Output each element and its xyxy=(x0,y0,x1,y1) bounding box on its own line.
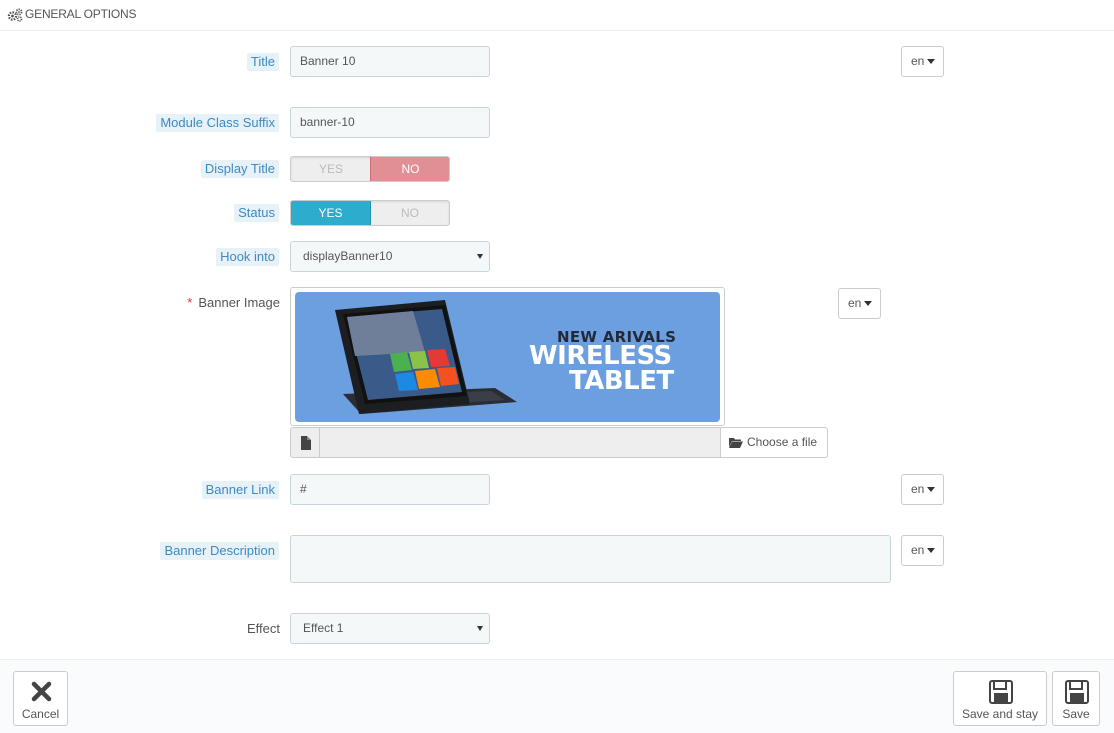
effect-value: Effect 1 xyxy=(303,621,344,635)
choose-file-label: Choose a file xyxy=(747,435,818,449)
banner-link-lang-dropdown[interactable]: en xyxy=(901,474,944,505)
class-suffix-input[interactable]: banner-10 xyxy=(290,107,490,138)
save-label: Save xyxy=(1062,707,1090,721)
save-icon xyxy=(1065,680,1089,704)
status-label: Status xyxy=(234,204,279,222)
folder-open-icon xyxy=(729,438,743,449)
banner-text-line3: TABLET xyxy=(569,366,674,396)
save-and-stay-label: Save and stay xyxy=(961,707,1039,721)
banner-image-preview: NEW ARIVALS WIRELESS TABLET xyxy=(290,287,725,426)
banner-link-label: Banner Link xyxy=(201,481,279,499)
file-icon xyxy=(301,436,311,450)
save-icon xyxy=(989,680,1013,704)
select-arrow-icon xyxy=(477,626,483,631)
effect-label: Effect xyxy=(246,621,280,636)
banner-description-textarea[interactable] xyxy=(290,535,891,583)
banner-link-input[interactable]: # xyxy=(290,474,490,505)
caret-down-icon xyxy=(864,301,873,307)
file-icon-box xyxy=(290,427,320,458)
caret-down-icon xyxy=(927,487,936,493)
banner-description-label: Banner Description xyxy=(160,542,279,560)
choose-file-button[interactable]: Choose a file xyxy=(720,427,828,458)
file-name-field[interactable] xyxy=(320,427,721,458)
effect-select[interactable]: Effect 1 xyxy=(290,613,490,644)
display-title-yes[interactable]: YES xyxy=(291,157,371,181)
panel-title: GENERAL OPTIONS xyxy=(25,7,137,21)
hook-into-label: Hook into xyxy=(216,248,279,266)
banner-description-lang-label: en xyxy=(911,543,925,557)
banner-image-lang-label: en xyxy=(848,296,862,310)
title-label: Title xyxy=(246,53,279,71)
select-arrow-icon xyxy=(477,254,483,259)
caret-down-icon xyxy=(927,59,936,65)
hook-into-value: displayBanner10 xyxy=(303,249,393,263)
cancel-button[interactable]: Cancel xyxy=(13,671,68,726)
status-switch[interactable]: YES NO xyxy=(290,200,450,226)
save-button[interactable]: Save xyxy=(1052,671,1100,726)
display-title-label: Display Title xyxy=(200,160,279,178)
display-title-no[interactable]: NO xyxy=(370,157,449,181)
hook-into-select[interactable]: displayBanner10 xyxy=(290,241,490,272)
banner-image-label: * Banner Image xyxy=(187,295,280,310)
close-icon xyxy=(31,681,52,702)
cancel-label: Cancel xyxy=(21,707,60,721)
title-lang-label: en xyxy=(911,54,925,68)
title-lang-dropdown[interactable]: en xyxy=(901,46,944,77)
panel-heading: GENERAL OPTIONS xyxy=(0,0,1114,31)
gears-icon xyxy=(7,8,23,22)
panel-footer: Cancel Save and stay Save xyxy=(0,659,1114,733)
banner-image: NEW ARIVALS WIRELESS TABLET xyxy=(295,292,720,422)
caret-down-icon xyxy=(927,548,936,554)
banner-image-label-text: Banner Image xyxy=(198,295,280,310)
display-title-switch[interactable]: YES NO xyxy=(290,156,450,182)
banner-image-lang-dropdown[interactable]: en xyxy=(838,288,881,319)
save-and-stay-button[interactable]: Save and stay xyxy=(953,671,1047,726)
class-suffix-label: Module Class Suffix xyxy=(156,114,279,132)
banner-link-lang-label: en xyxy=(911,482,925,496)
required-mark: * xyxy=(187,295,193,310)
title-input[interactable]: Banner 10 xyxy=(290,46,490,77)
status-yes[interactable]: YES xyxy=(291,201,371,225)
status-no[interactable]: NO xyxy=(370,201,449,225)
banner-description-lang-dropdown[interactable]: en xyxy=(901,535,944,566)
